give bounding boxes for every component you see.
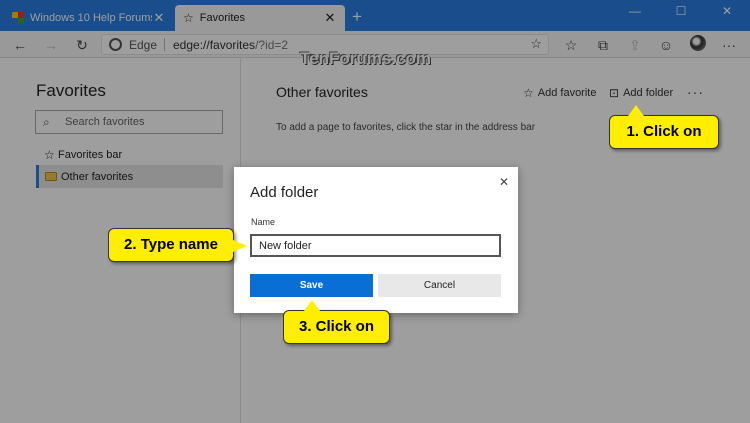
folder-name-input[interactable] <box>250 234 501 257</box>
add-folder-dialog: Add folder ✕ Name Save Cancel <box>234 167 518 313</box>
close-icon[interactable]: ✕ <box>499 175 509 189</box>
callout-step1: 1. Click on <box>609 105 719 149</box>
callout-pointer <box>304 300 320 311</box>
dialog-title: Add folder <box>250 184 319 201</box>
callout-pointer <box>233 240 247 252</box>
callout-text: 2. Type name <box>124 236 218 253</box>
callout-text: 1. Click on <box>626 123 702 140</box>
cancel-button[interactable]: Cancel <box>378 274 501 297</box>
callout-text: 3. Click on <box>298 318 375 335</box>
save-button[interactable]: Save <box>250 274 373 297</box>
callout-step3: 3. Click on <box>283 300 390 344</box>
callout-step2: 2. Type name <box>108 228 247 262</box>
name-label: Name <box>251 217 276 227</box>
callout-pointer <box>628 105 644 116</box>
